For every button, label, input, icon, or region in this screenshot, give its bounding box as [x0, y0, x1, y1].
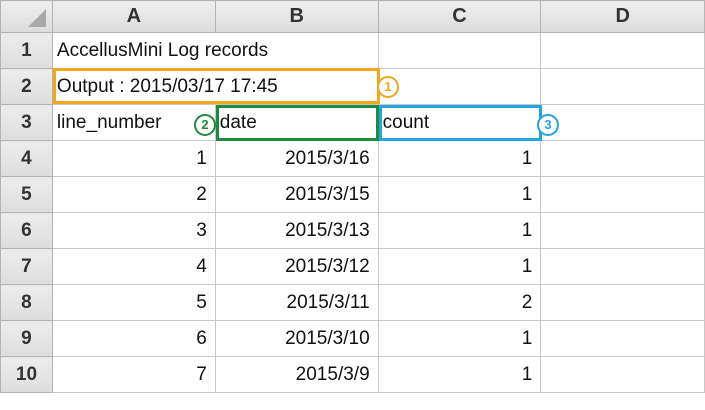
- cell-line-number[interactable]: 5: [51, 284, 216, 321]
- cell-count[interactable]: 1: [377, 176, 542, 213]
- sheet-row: 4 1 2015/3/16 1: [0, 140, 705, 177]
- column-header-row: A B C D: [0, 0, 705, 33]
- callout-badge-2: 2: [194, 114, 216, 136]
- cell-empty[interactable]: [540, 248, 705, 285]
- sheet-row: 1 AccellusMini Log records: [0, 32, 705, 69]
- row-header[interactable]: 5: [0, 176, 53, 213]
- cell-empty[interactable]: [540, 356, 705, 393]
- column-header-a[interactable]: A: [51, 0, 216, 33]
- cell-count[interactable]: 1: [377, 212, 542, 249]
- select-all-triangle-icon: [27, 9, 46, 27]
- cell-c2[interactable]: [377, 68, 542, 105]
- row-header[interactable]: 2: [0, 68, 53, 105]
- cell-date[interactable]: 2015/3/9: [214, 356, 379, 393]
- sheet-row: 8 5 2015/3/11 2: [0, 284, 705, 321]
- column-header-b[interactable]: B: [214, 0, 379, 33]
- sheet-row: 6 3 2015/3/13 1: [0, 212, 705, 249]
- cell-d3[interactable]: [540, 104, 705, 141]
- cell-a3-header[interactable]: line_number: [51, 104, 216, 141]
- row-header[interactable]: 10: [0, 356, 53, 393]
- column-header-d[interactable]: D: [540, 0, 705, 33]
- sheet-row: 7 4 2015/3/12 1: [0, 248, 705, 285]
- sheet-row: 10 7 2015/3/9 1: [0, 356, 705, 393]
- cell-date[interactable]: 2015/3/13: [214, 212, 379, 249]
- cell-count[interactable]: 1: [377, 320, 542, 357]
- sheet-row: 5 2 2015/3/15 1: [0, 176, 705, 213]
- row-header[interactable]: 9: [0, 320, 53, 357]
- cell-line-number[interactable]: 2: [51, 176, 216, 213]
- cell-d2[interactable]: [540, 68, 705, 105]
- cell-c3-header[interactable]: count: [377, 104, 542, 141]
- cell-empty[interactable]: [540, 320, 705, 357]
- cell-date[interactable]: 2015/3/16: [214, 140, 379, 177]
- cell-empty[interactable]: [540, 140, 705, 177]
- cell-date[interactable]: 2015/3/15: [214, 176, 379, 213]
- cell-date[interactable]: 2015/3/11: [214, 284, 379, 321]
- cell-a1-title[interactable]: AccellusMini Log records: [51, 32, 379, 69]
- cell-date[interactable]: 2015/3/10: [214, 320, 379, 357]
- sheet-row: 2 Output : 2015/03/17 17:45: [0, 68, 705, 105]
- cell-count[interactable]: 1: [377, 356, 542, 393]
- row-header[interactable]: 7: [0, 248, 53, 285]
- cell-b3-header[interactable]: date: [214, 104, 379, 141]
- spreadsheet: A B C D 1 AccellusMini Log records 2 Out…: [0, 0, 705, 410]
- cell-grid: A B C D 1 AccellusMini Log records 2 Out…: [0, 0, 705, 393]
- row-header[interactable]: 8: [0, 284, 53, 321]
- select-all-corner[interactable]: [0, 0, 53, 33]
- cell-c1[interactable]: [377, 32, 542, 69]
- sheet-row: 9 6 2015/3/10 1: [0, 320, 705, 357]
- cell-a2-output[interactable]: Output : 2015/03/17 17:45: [51, 68, 379, 105]
- cell-empty[interactable]: [540, 284, 705, 321]
- row-header[interactable]: 4: [0, 140, 53, 177]
- sheet-row: 3 line_number date count: [0, 104, 705, 141]
- cell-line-number[interactable]: 1: [51, 140, 216, 177]
- callout-badge-1: 1: [377, 76, 399, 98]
- column-header-c[interactable]: C: [377, 0, 542, 33]
- row-header[interactable]: 6: [0, 212, 53, 249]
- row-header[interactable]: 1: [0, 32, 53, 69]
- cell-line-number[interactable]: 4: [51, 248, 216, 285]
- cell-line-number[interactable]: 3: [51, 212, 216, 249]
- cell-line-number[interactable]: 6: [51, 320, 216, 357]
- row-header[interactable]: 3: [0, 104, 53, 141]
- cell-count[interactable]: 1: [377, 140, 542, 177]
- cell-date[interactable]: 2015/3/12: [214, 248, 379, 285]
- cell-count[interactable]: 1: [377, 248, 542, 285]
- cell-line-number[interactable]: 7: [51, 356, 216, 393]
- cell-empty[interactable]: [540, 212, 705, 249]
- cell-empty[interactable]: [540, 176, 705, 213]
- callout-badge-3: 3: [537, 114, 559, 136]
- cell-d1[interactable]: [540, 32, 705, 69]
- cell-count[interactable]: 2: [377, 284, 542, 321]
